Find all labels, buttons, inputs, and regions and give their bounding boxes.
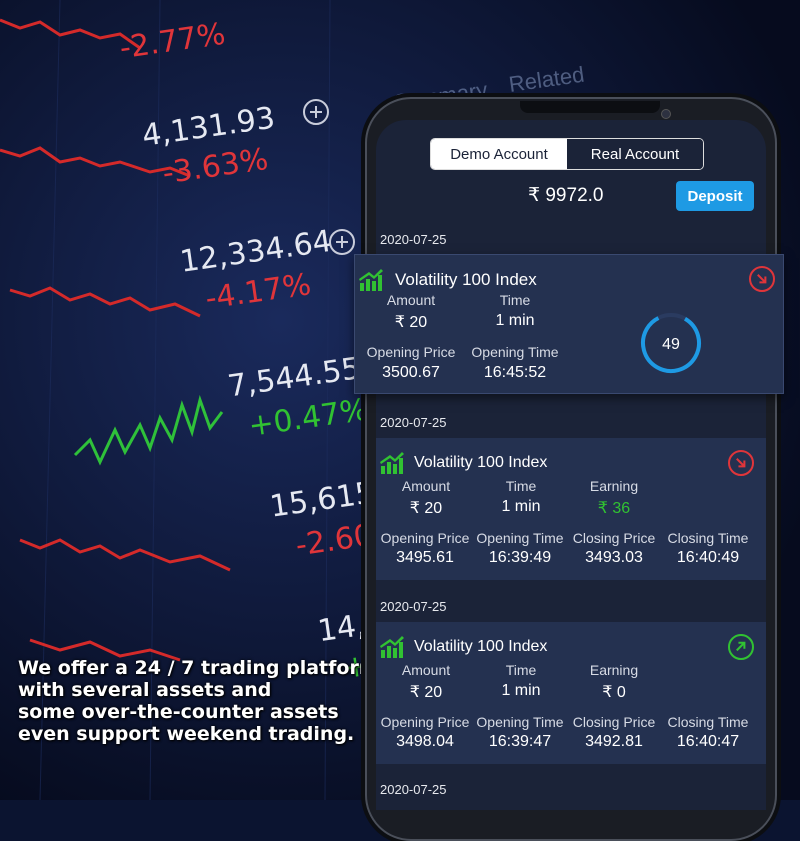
label-closing-price: Closing Price <box>572 714 656 730</box>
asset-name: Volatility 100 Index <box>395 270 537 289</box>
active-trade-card[interactable]: Volatility 100 Index Amount Time ₹ 20 1 … <box>354 254 784 394</box>
label-amount: Amount <box>386 292 436 308</box>
label-earning: Earning <box>589 662 639 678</box>
app-screen: Demo Account Real Account ₹ 9972.0 Depos… <box>376 120 766 810</box>
closing-price: 3492.81 <box>585 733 643 750</box>
closing-price: 3493.03 <box>585 549 643 566</box>
promo-text: We offer a 24 / 7 trading platform with … <box>18 657 379 745</box>
direction-down-icon <box>749 266 775 292</box>
opening-time: 16:39:49 <box>488 549 552 566</box>
closing-time: 16:40:49 <box>676 549 740 566</box>
label-opening-time: Opening Time <box>476 714 564 730</box>
trade-date: 2020-07-25 <box>380 232 447 247</box>
label-opening-time: Opening Time <box>476 530 564 546</box>
account-balance: ₹ 9972.0 <box>528 185 604 206</box>
label-closing-time: Closing Time <box>667 530 749 546</box>
label-opening-price: Opening Price <box>380 714 470 730</box>
label-earning: Earning <box>589 478 639 494</box>
account-switch: Demo Account Real Account <box>430 138 704 170</box>
countdown-value: 49 <box>662 336 680 353</box>
opening-price: 3500.67 <box>382 364 440 381</box>
asset-name: Volatility 100 Index <box>414 454 548 471</box>
trade-date: 2020-07-25 <box>380 782 447 797</box>
tab-demo-account[interactable]: Demo Account <box>431 139 567 169</box>
promo-line: even support weekend trading. <box>18 723 355 745</box>
trade-date: 2020-07-25 <box>380 599 447 614</box>
tab-real-account[interactable]: Real Account <box>567 139 703 169</box>
label-opening-price: Opening Price <box>366 344 456 360</box>
trade-card[interactable]: Volatility 100 Index Amount Time Earning… <box>376 438 766 580</box>
label-opening-time: Opening Time <box>471 344 559 360</box>
direction-down-icon <box>728 450 754 476</box>
label-amount: Amount <box>401 478 451 494</box>
closing-time: 16:40:47 <box>676 733 740 750</box>
trade-earning: ₹ 36 <box>597 500 631 517</box>
chart-up-icon <box>359 269 383 291</box>
label-time: Time <box>499 292 531 308</box>
asset-name: Volatility 100 Index <box>414 638 548 655</box>
promo-line: We offer a 24 / 7 trading platform <box>18 657 379 679</box>
chart-up-icon <box>380 636 404 658</box>
trade-card[interactable]: Volatility 100 Index Amount Time Earning… <box>376 622 766 764</box>
trade-amount: ₹ 20 <box>409 500 443 517</box>
label-amount: Amount <box>401 662 451 678</box>
opening-time: 16:45:52 <box>483 364 547 381</box>
camera-icon <box>661 109 671 119</box>
trade-time: 1 min <box>501 498 541 515</box>
opening-price: 3495.61 <box>396 549 454 566</box>
trade-time: 1 min <box>495 312 535 329</box>
trade-time: 1 min <box>501 682 541 699</box>
opening-time: 16:39:47 <box>488 733 552 750</box>
promo-line: with several assets and <box>18 679 272 701</box>
chart-up-icon <box>380 452 404 474</box>
trade-amount: ₹ 20 <box>394 314 428 331</box>
label-time: Time <box>505 662 537 678</box>
trade-earning: ₹ 0 <box>602 684 626 701</box>
label-closing-time: Closing Time <box>667 714 749 730</box>
opening-price: 3498.04 <box>396 733 454 750</box>
label-closing-price: Closing Price <box>572 530 656 546</box>
trade-date: 2020-07-25 <box>380 415 447 430</box>
direction-up-icon <box>728 634 754 660</box>
promo-line: some over-the-counter assets <box>18 701 339 723</box>
deposit-button[interactable]: Deposit <box>676 181 754 211</box>
phone-notch <box>520 101 660 113</box>
label-opening-price: Opening Price <box>380 530 470 546</box>
trade-amount: ₹ 20 <box>409 684 443 701</box>
countdown-timer: 49 <box>641 313 701 373</box>
label-time: Time <box>505 478 537 494</box>
